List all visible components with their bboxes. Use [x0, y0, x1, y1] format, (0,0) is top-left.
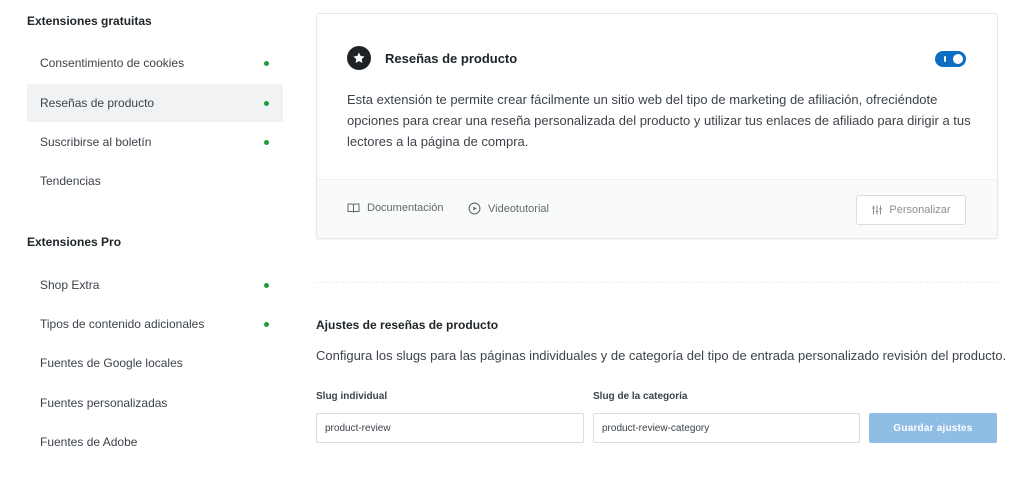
sidebar-item-label: Fuentes de Adobe	[40, 435, 138, 449]
sidebar-item-label: Reseñas de producto	[40, 96, 155, 110]
free-extensions-heading: Extensiones gratuitas	[27, 14, 152, 28]
sidebar-item-shop-extra[interactable]: Shop Extra	[27, 266, 283, 304]
sidebar-item-label: Tipos de contenido adicionales	[40, 317, 205, 331]
documentation-label: Documentación	[367, 202, 444, 214]
category-slug-label: Slug de la categoría	[593, 391, 688, 402]
video-tutorial-label: Videotutorial	[488, 202, 549, 215]
enabled-dot	[264, 283, 269, 288]
card-title: Reseñas de producto	[385, 50, 518, 66]
sidebar-item-product-reviews[interactable]: Reseñas de producto	[27, 84, 283, 122]
save-settings-button[interactable]: Guardar ajustes	[869, 413, 997, 443]
play-circle-icon	[468, 202, 481, 215]
sliders-icon	[872, 205, 883, 215]
documentation-link[interactable]: Documentación	[347, 202, 443, 214]
enabled-dot	[264, 140, 269, 145]
sidebar-item-cookies[interactable]: Consentimiento de cookies	[27, 44, 283, 82]
star-icon	[347, 46, 371, 70]
sidebar-item-trends[interactable]: Tendencias	[27, 162, 283, 200]
sidebar: Extensiones gratuitas Consentimiento de …	[0, 0, 290, 478]
sidebar-item-custom-fonts[interactable]: Fuentes personalizadas	[27, 384, 283, 422]
personalize-button[interactable]: Personalizar	[856, 195, 966, 225]
sidebar-item-newsletter[interactable]: Suscribirse al boletín	[27, 123, 283, 161]
enabled-dot	[264, 101, 269, 106]
settings-title: Ajustes de reseñas de producto	[316, 318, 499, 332]
sidebar-item-local-google-fonts[interactable]: Fuentes de Google locales	[27, 344, 283, 382]
pro-extensions-heading: Extensiones Pro	[27, 235, 122, 249]
sidebar-item-label: Fuentes de Google locales	[40, 356, 183, 370]
sidebar-item-adobe-fonts[interactable]: Fuentes de Adobe	[27, 423, 283, 461]
settings-description: Configura los slugs para las páginas ind…	[316, 348, 1007, 363]
personalize-label: Personalizar	[889, 204, 951, 216]
sidebar-item-label: Shop Extra	[40, 278, 100, 292]
category-slug-input[interactable]	[593, 413, 860, 443]
toggle-on-mark	[944, 56, 946, 62]
toggle-knob	[953, 54, 963, 64]
video-tutorial-link[interactable]: Videotutorial	[468, 202, 549, 215]
extension-card: Reseñas de producto Esta extensión te pe…	[316, 13, 998, 239]
sidebar-item-label: Fuentes personalizadas	[40, 396, 168, 410]
enabled-dot	[264, 322, 269, 327]
single-slug-input[interactable]	[316, 413, 584, 443]
sidebar-item-label: Consentimiento de cookies	[40, 56, 185, 70]
single-slug-label: Slug individual	[316, 391, 388, 402]
sidebar-item-content-types[interactable]: Tipos de contenido adicionales	[27, 305, 283, 343]
book-icon	[347, 203, 360, 213]
enabled-dot	[264, 61, 269, 66]
card-description: Esta extensión te permite crear fácilmen…	[347, 92, 971, 149]
card-header: Reseñas de producto	[347, 46, 517, 70]
sidebar-item-label: Tendencias	[40, 174, 101, 188]
section-divider	[316, 282, 998, 283]
sidebar-item-label: Suscribirse al boletín	[40, 135, 152, 149]
extension-toggle[interactable]	[935, 51, 966, 67]
card-footer: Documentación Videotutorial Personalizar	[317, 179, 997, 238]
